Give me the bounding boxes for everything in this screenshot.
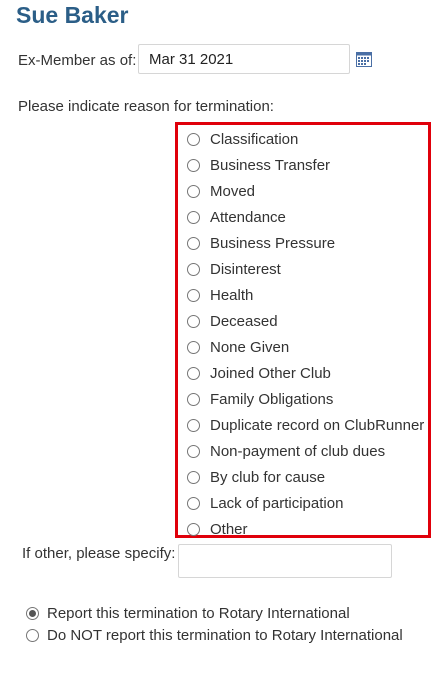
reason-option-business-transfer[interactable]: Business Transfer	[187, 152, 424, 178]
reason-option-health[interactable]: Health	[187, 282, 424, 308]
report-option-label: Do NOT report this termination to Rotary…	[47, 626, 403, 644]
reason-label: Other	[210, 520, 248, 538]
radio-button[interactable]	[187, 184, 200, 198]
reason-label: Classification	[210, 130, 299, 148]
reason-label: Deceased	[210, 312, 278, 330]
report-option-report[interactable]: Report this termination to Rotary Intern…	[26, 602, 403, 624]
member-name: Sue Baker	[16, 2, 129, 28]
radio-button[interactable]	[187, 470, 200, 484]
radio-button-checked[interactable]	[26, 606, 39, 620]
termination-reasons-box: Classification Business Transfer Moved A…	[175, 122, 431, 538]
radio-button[interactable]	[187, 418, 200, 432]
reason-label: By club for cause	[210, 468, 326, 486]
reason-label: Health	[210, 286, 254, 304]
reason-label: Family Obligations	[210, 390, 334, 408]
radio-button[interactable]	[187, 496, 200, 510]
reason-label: None Given	[210, 338, 290, 356]
radio-button[interactable]	[187, 132, 200, 146]
reason-option-classification[interactable]: Classification	[187, 126, 424, 152]
reason-option-disinterest[interactable]: Disinterest	[187, 256, 424, 282]
report-options: Report this termination to Rotary Intern…	[26, 602, 403, 646]
radio-button[interactable]	[187, 314, 200, 328]
termination-reason-list: Classification Business Transfer Moved A…	[187, 126, 424, 542]
reason-label: Business Pressure	[210, 234, 336, 252]
radio-button[interactable]	[187, 392, 200, 406]
radio-button[interactable]	[187, 444, 200, 458]
reason-label: Joined Other Club	[210, 364, 331, 382]
reason-option-business-pressure[interactable]: Business Pressure	[187, 230, 424, 256]
reason-label: Moved	[210, 182, 256, 200]
termination-prompt: Please indicate reason for termination:	[18, 98, 274, 115]
reason-label: Attendance	[210, 208, 286, 226]
reason-label: Disinterest	[210, 260, 281, 278]
reason-option-family-obligations[interactable]: Family Obligations	[187, 386, 424, 412]
reason-option-lack-of-participation[interactable]: Lack of participation	[187, 490, 424, 516]
reason-option-joined-other-club[interactable]: Joined Other Club	[187, 360, 424, 386]
reason-label: Non-payment of club dues	[210, 442, 386, 460]
reason-option-none-given[interactable]: None Given	[187, 334, 424, 360]
radio-button[interactable]	[187, 340, 200, 354]
radio-button[interactable]	[187, 158, 200, 172]
radio-button[interactable]	[187, 288, 200, 302]
radio-button[interactable]	[187, 522, 200, 536]
report-option-label: Report this termination to Rotary Intern…	[47, 604, 350, 622]
exmember-row: Ex-Member as of:	[18, 44, 372, 76]
other-reason-label: If other, please specify:	[22, 545, 176, 562]
calendar-icon[interactable]	[356, 51, 372, 67]
radio-button[interactable]	[187, 210, 200, 224]
reason-label: Business Transfer	[210, 156, 331, 174]
reason-option-duplicate-record[interactable]: Duplicate record on ClubRunner	[187, 412, 424, 438]
radio-button[interactable]	[187, 262, 200, 276]
reason-option-attendance[interactable]: Attendance	[187, 204, 424, 230]
reason-label: Duplicate record on ClubRunner	[210, 416, 425, 434]
reason-option-moved[interactable]: Moved	[187, 178, 424, 204]
reason-option-non-payment[interactable]: Non-payment of club dues	[187, 438, 424, 464]
exmember-label: Ex-Member as of:	[18, 51, 137, 69]
radio-button[interactable]	[187, 236, 200, 250]
reason-option-deceased[interactable]: Deceased	[187, 308, 424, 334]
other-reason-input[interactable]	[178, 544, 392, 578]
exmember-date-input[interactable]	[138, 44, 350, 74]
radio-button[interactable]	[187, 366, 200, 380]
reason-label: Lack of participation	[210, 494, 344, 512]
reason-option-other[interactable]: Other	[187, 516, 424, 542]
reason-option-by-club-for-cause[interactable]: By club for cause	[187, 464, 424, 490]
report-option-do-not-report[interactable]: Do NOT report this termination to Rotary…	[26, 624, 403, 646]
radio-button[interactable]	[26, 628, 39, 642]
